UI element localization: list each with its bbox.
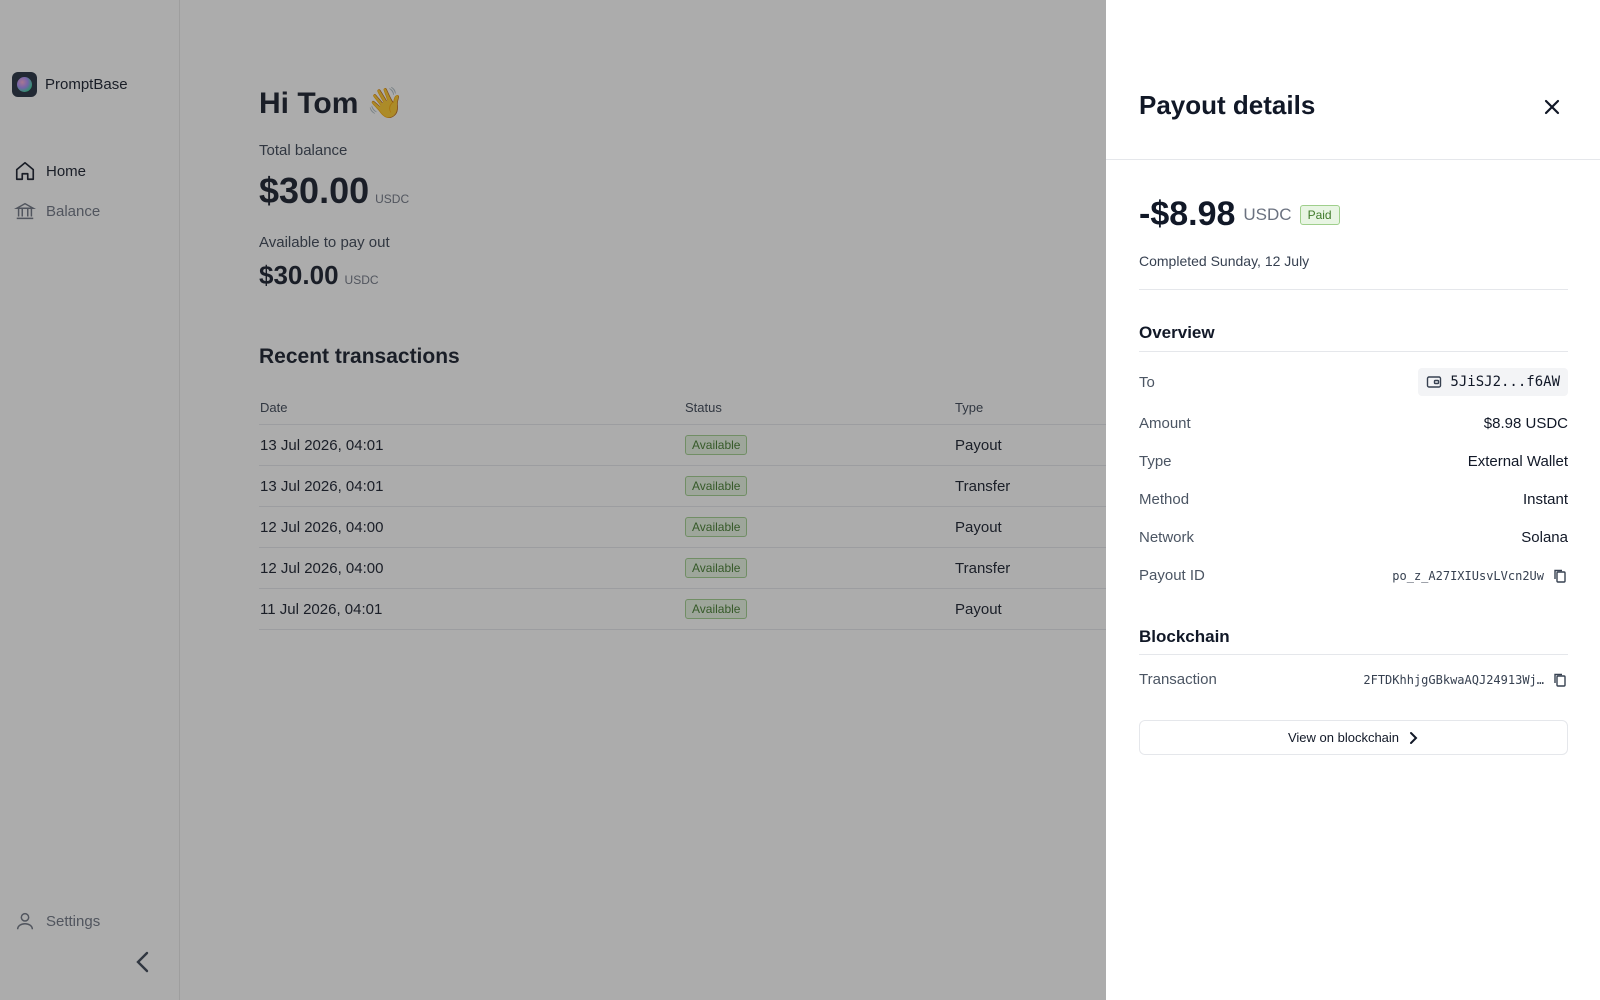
view-on-blockchain-label: View on blockchain bbox=[1287, 730, 1400, 745]
divider bbox=[1139, 351, 1568, 352]
copy-icon[interactable] bbox=[1552, 568, 1568, 584]
wallet-address-chip[interactable]: 5JiSJ2...f6AW bbox=[1418, 368, 1568, 396]
divider bbox=[1139, 289, 1568, 290]
payout-id-label: Payout ID bbox=[1139, 567, 1205, 584]
to-row: To 5JiSJ2...f6AW bbox=[1139, 368, 1568, 396]
app-root: PromptBase Home Balance Settings Hi Tom … bbox=[0, 0, 1600, 1000]
payout-unit: USDC bbox=[1243, 204, 1292, 224]
status-badge: Paid bbox=[1299, 204, 1340, 225]
payout-id-row: Payout ID po_z_A27IXIUsvLVcn2Uw bbox=[1139, 567, 1568, 584]
payout-details-drawer: Payout details -$8.98 USDC Paid Complete… bbox=[1106, 0, 1600, 1000]
drawer-title: Payout details bbox=[1139, 90, 1316, 120]
type-label: Type bbox=[1139, 453, 1172, 470]
modal-backdrop[interactable] bbox=[0, 0, 1106, 1000]
method-value: Instant bbox=[1522, 491, 1568, 508]
wallet-icon bbox=[1427, 376, 1442, 388]
amount-label: Amount bbox=[1139, 415, 1191, 432]
transaction-value-wrap: 2FTDKhhjgGBkwaAQJ24913Wj… bbox=[1363, 672, 1568, 688]
wallet-address: 5JiSJ2...f6AW bbox=[1450, 374, 1560, 390]
blockchain-title: Blockchain bbox=[1139, 627, 1230, 646]
transaction-label: Transaction bbox=[1139, 671, 1217, 688]
method-label: Method bbox=[1139, 491, 1190, 508]
close-icon[interactable] bbox=[1542, 97, 1562, 117]
payout-amount: -$8.98 bbox=[1139, 195, 1236, 233]
copy-icon[interactable] bbox=[1552, 672, 1568, 688]
amount-value: $8.98 USDC bbox=[1483, 415, 1568, 432]
divider bbox=[1139, 654, 1568, 655]
payout-id-value-wrap: po_z_A27IXIUsvLVcn2Uw bbox=[1392, 568, 1568, 584]
amount-row: Amount $8.98 USDC bbox=[1139, 415, 1568, 432]
payout-amount-row: -$8.98 USDC Paid bbox=[1139, 195, 1340, 234]
type-value: External Wallet bbox=[1467, 453, 1568, 470]
completed-date: Completed Sunday, 12 July bbox=[1139, 253, 1310, 269]
view-on-blockchain-button[interactable]: View on blockchain bbox=[1139, 720, 1568, 755]
method-row: Method Instant bbox=[1139, 491, 1568, 508]
overview-title: Overview bbox=[1139, 323, 1215, 342]
network-row: Network Solana bbox=[1139, 529, 1568, 546]
network-value: Solana bbox=[1521, 529, 1568, 546]
type-row: Type External Wallet bbox=[1139, 453, 1568, 470]
network-label: Network bbox=[1139, 529, 1195, 546]
payout-id-value: po_z_A27IXIUsvLVcn2Uw bbox=[1392, 568, 1544, 583]
to-label: To bbox=[1139, 373, 1155, 391]
chevron-right-icon bbox=[1410, 731, 1418, 744]
drawer-header-divider bbox=[1106, 159, 1600, 160]
transaction-row: Transaction 2FTDKhhjgGBkwaAQJ24913Wj… bbox=[1139, 671, 1568, 688]
transaction-hash: 2FTDKhhjgGBkwaAQJ24913Wj… bbox=[1363, 672, 1544, 687]
